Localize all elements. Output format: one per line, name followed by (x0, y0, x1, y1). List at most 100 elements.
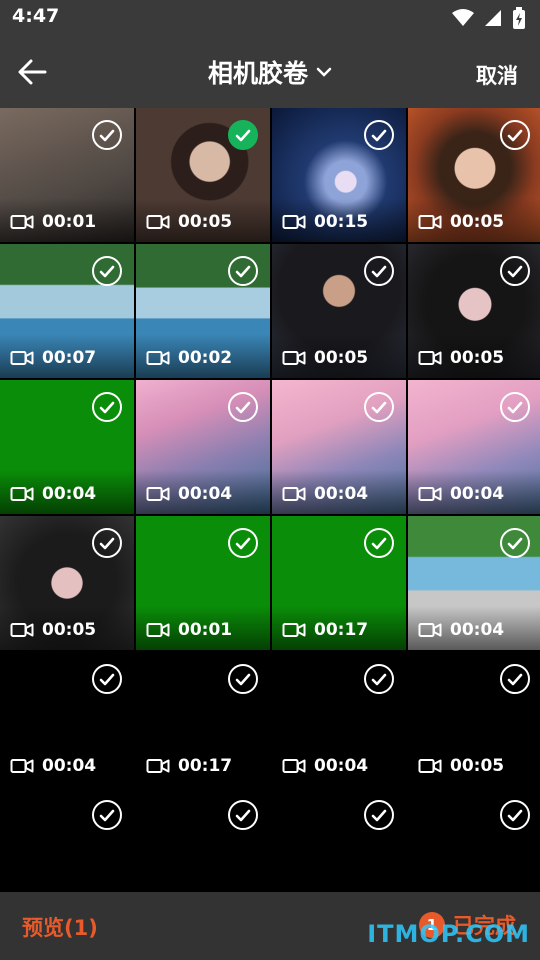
album-selector[interactable]: 相机胶卷 (208, 54, 332, 90)
video-duration: 00:04 (146, 484, 232, 504)
check-icon (507, 809, 523, 821)
select-checkbox[interactable] (364, 256, 394, 286)
media-grid: 00:01 00:05 00:15 00:05 00:07 00:02 00:05 00:05… (0, 108, 540, 892)
duration-label: 00:17 (314, 620, 369, 640)
select-checkbox[interactable] (92, 120, 122, 150)
select-checkbox[interactable] (92, 392, 122, 422)
select-checkbox[interactable] (364, 664, 394, 694)
video-duration: 00:05 (418, 348, 504, 368)
select-checkbox[interactable] (500, 392, 530, 422)
video-camera-icon (10, 215, 34, 229)
media-tile[interactable]: 00:17 (272, 516, 406, 650)
check-icon (371, 401, 387, 413)
check-icon (235, 129, 251, 141)
media-tile[interactable]: 00:05 (408, 108, 540, 242)
media-tile[interactable]: 00:04 (0, 380, 134, 514)
media-tile[interactable]: 00:04 (408, 380, 540, 514)
media-tile[interactable]: 00:04 (0, 652, 134, 786)
select-checkbox[interactable] (500, 800, 530, 830)
media-tile[interactable]: 00:05 (408, 244, 540, 378)
duration-label: 00:05 (450, 348, 505, 368)
media-tile[interactable]: 00:17 (136, 652, 270, 786)
chevron-down-icon (316, 67, 332, 77)
select-checkbox[interactable] (92, 256, 122, 286)
select-checkbox[interactable] (92, 800, 122, 830)
select-checkbox[interactable] (228, 528, 258, 558)
check-icon (99, 265, 115, 277)
select-checkbox[interactable] (228, 664, 258, 694)
video-duration: 00:04 (282, 756, 368, 776)
status-bar: 4:47 (0, 0, 540, 36)
duration-label: 00:05 (450, 212, 505, 232)
media-tile[interactable]: 00:02 (136, 244, 270, 378)
video-camera-icon (10, 351, 34, 365)
select-checkbox[interactable] (92, 664, 122, 694)
check-icon (371, 673, 387, 685)
check-icon (371, 809, 387, 821)
video-camera-icon (282, 623, 306, 637)
media-tile[interactable]: 00:05 (136, 108, 270, 242)
video-camera-icon (282, 351, 306, 365)
check-icon (99, 673, 115, 685)
duration-label: 00:01 (178, 620, 233, 640)
check-icon (507, 537, 523, 549)
media-tile[interactable] (136, 788, 270, 892)
check-icon (507, 265, 523, 277)
media-tile[interactable]: 00:05 (272, 244, 406, 378)
media-tile[interactable]: 00:04 (272, 652, 406, 786)
cancel-button[interactable]: 取消 (476, 60, 518, 90)
check-icon (507, 401, 523, 413)
media-tile[interactable]: 00:07 (0, 244, 134, 378)
select-checkbox[interactable] (228, 256, 258, 286)
select-checkbox[interactable] (228, 120, 258, 150)
video-camera-icon (282, 487, 306, 501)
select-checkbox[interactable] (228, 392, 258, 422)
duration-label: 00:05 (450, 756, 505, 776)
select-checkbox[interactable] (364, 800, 394, 830)
video-duration: 00:07 (10, 348, 96, 368)
select-checkbox[interactable] (364, 120, 394, 150)
select-checkbox[interactable] (500, 120, 530, 150)
media-tile[interactable] (272, 788, 406, 892)
check-icon (99, 537, 115, 549)
page-title: 相机胶卷 (207, 59, 308, 88)
video-duration: 00:05 (10, 620, 96, 640)
media-tile[interactable]: 00:05 (0, 516, 134, 650)
preview-button[interactable]: 预览(1) (22, 912, 98, 942)
watermark: ITMOP.COM (367, 920, 530, 948)
select-checkbox[interactable] (228, 800, 258, 830)
check-icon (371, 537, 387, 549)
duration-label: 00:15 (314, 212, 369, 232)
select-checkbox[interactable] (364, 528, 394, 558)
tile-shade (408, 878, 540, 892)
duration-label: 00:04 (178, 484, 233, 504)
video-camera-icon (146, 487, 170, 501)
media-tile[interactable]: 00:04 (272, 380, 406, 514)
media-tile[interactable] (408, 788, 540, 892)
select-checkbox[interactable] (92, 528, 122, 558)
media-tile[interactable]: 00:15 (272, 108, 406, 242)
media-tile[interactable]: 00:01 (136, 516, 270, 650)
check-icon (507, 673, 523, 685)
select-checkbox[interactable] (500, 256, 530, 286)
media-tile[interactable]: 00:01 (0, 108, 134, 242)
check-icon (507, 129, 523, 141)
select-checkbox[interactable] (500, 664, 530, 694)
media-tile[interactable]: 00:04 (408, 516, 540, 650)
media-tile[interactable]: 00:04 (136, 380, 270, 514)
media-tile[interactable] (0, 788, 134, 892)
video-camera-icon (418, 215, 442, 229)
duration-label: 00:17 (178, 756, 233, 776)
video-camera-icon (146, 623, 170, 637)
video-camera-icon (10, 487, 34, 501)
status-icons (452, 7, 526, 33)
video-duration: 00:15 (282, 212, 368, 232)
select-checkbox[interactable] (500, 528, 530, 558)
select-checkbox[interactable] (364, 392, 394, 422)
media-tile[interactable]: 00:05 (408, 652, 540, 786)
video-camera-icon (418, 351, 442, 365)
video-camera-icon (418, 487, 442, 501)
video-duration: 00:04 (282, 484, 368, 504)
video-duration: 00:04 (418, 484, 504, 504)
status-time: 4:47 (12, 5, 60, 27)
